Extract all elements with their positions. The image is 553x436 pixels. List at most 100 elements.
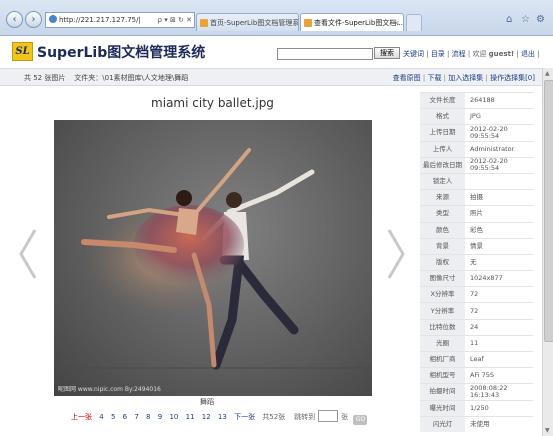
- tab-home[interactable]: 首页-SuperLib图文档管理系统: [196, 13, 299, 31]
- property-value: Leaf: [465, 350, 533, 368]
- username: guest!: [488, 50, 515, 58]
- property-row: 闪光灯 未使用: [420, 415, 533, 432]
- dance-photo[interactable]: 昵图网 www.nipic.com By:2494016: [54, 120, 372, 396]
- page-link[interactable]: 10: [169, 413, 178, 421]
- tab-label: 查看文件-SuperLib图文档...: [314, 19, 403, 27]
- page-link[interactable]: 9: [158, 413, 162, 421]
- property-key: 光圈: [420, 334, 465, 352]
- previous-image-arrow-icon[interactable]: [18, 228, 38, 280]
- property-value: JPG: [465, 108, 533, 125]
- property-value: 72: [465, 302, 533, 320]
- property-value: AFi 75S: [465, 367, 533, 384]
- add-to-selection-link[interactable]: 加入选择集: [448, 74, 483, 82]
- scroll-thumb[interactable]: [544, 80, 553, 342]
- property-key: X分辨率: [420, 286, 465, 303]
- next-page-link[interactable]: 下一张: [234, 413, 255, 421]
- property-key: 上传人: [420, 140, 465, 158]
- nav-keyword[interactable]: 关键词: [403, 50, 424, 58]
- property-row: 最后修改日期 2012-02-20 09:55:54: [420, 156, 533, 174]
- property-key: 文件长度: [420, 91, 465, 109]
- browser-chrome: ‹ › http://221.217.127.75/| ρ ▾ ⊠ ↻ ✕ 首页…: [0, 0, 553, 36]
- back-button[interactable]: ‹: [6, 11, 23, 28]
- page-link[interactable]: 7: [134, 413, 138, 421]
- property-value: 未使用: [465, 415, 533, 432]
- property-key: 版权: [420, 253, 465, 271]
- tab-view-file[interactable]: 查看文件-SuperLib图文档... ×: [300, 13, 404, 31]
- property-value: 拍摄: [465, 189, 533, 206]
- prev-page-link[interactable]: 上一张: [71, 413, 92, 421]
- property-row: 上传日期 2012-02-20 09:55:54: [420, 124, 533, 142]
- total-count: 共52张: [262, 413, 286, 421]
- page-link[interactable]: 12: [202, 413, 211, 421]
- image-title: miami city ballet.jpg: [151, 96, 274, 110]
- site-header: SL SuperLib图文档管理系统 搜索 关键词 | 目录 | 流程 | 欢迎…: [0, 36, 553, 68]
- property-row: 来源 拍摄: [420, 189, 533, 206]
- property-value: 1/250: [465, 399, 533, 417]
- close-tab-icon[interactable]: ×: [394, 14, 400, 31]
- page-link[interactable]: 11: [186, 413, 195, 421]
- property-value: Administrator: [465, 140, 533, 158]
- property-row: 光圈 11: [420, 334, 533, 352]
- property-key: 类型: [420, 205, 465, 222]
- scroll-up-icon[interactable]: ▲: [545, 70, 550, 77]
- property-row: 图像尺寸 1024x877: [420, 270, 533, 287]
- logo-icon: SL: [12, 42, 33, 61]
- address-bar[interactable]: http://221.217.127.75/| ρ ▾ ⊠ ↻ ✕: [45, 12, 195, 28]
- manage-selection-link[interactable]: 操作选择集[0]: [490, 74, 535, 82]
- page-link[interactable]: 13: [218, 413, 227, 421]
- go-button[interactable]: GO: [353, 415, 368, 425]
- property-row: 上传人 Administrator: [420, 140, 533, 158]
- property-key: 背景: [420, 237, 465, 255]
- image-count: 共 52 张图片: [24, 74, 66, 82]
- property-value: 情景: [465, 237, 533, 255]
- property-key: 比特位数: [420, 318, 465, 336]
- logout-link[interactable]: 退出: [521, 50, 535, 58]
- property-value: 1024x877: [465, 270, 533, 287]
- download-link[interactable]: 下载: [427, 74, 441, 82]
- forward-arrow-icon: ›: [31, 14, 36, 25]
- file-actions: 查看原图 | 下载 | 加入选择集 | 操作选择集[0]: [392, 74, 535, 82]
- property-row: 颜色 彩色: [420, 221, 533, 239]
- property-value: 11: [465, 334, 533, 352]
- view-original-link[interactable]: 查看原图: [393, 74, 421, 82]
- page-link[interactable]: 5: [111, 413, 115, 421]
- page-link[interactable]: 6: [123, 413, 127, 421]
- next-image-arrow-icon[interactable]: [386, 228, 406, 280]
- property-key: 来源: [420, 189, 465, 206]
- home-icon[interactable]: ⌂: [506, 14, 512, 25]
- page-icon: [200, 19, 208, 27]
- property-row: 比特位数 24: [420, 318, 533, 336]
- property-key: 相机厂商: [420, 350, 465, 368]
- search-button[interactable]: 搜索: [374, 47, 400, 59]
- address-tools[interactable]: ρ ▾ ⊠ ↻ ✕: [158, 13, 192, 27]
- folder-path: \01素材图库\人文地理\舞蹈: [102, 74, 189, 82]
- property-value: 2012-02-20 09:55:54: [465, 124, 533, 142]
- search-input[interactable]: [277, 48, 373, 60]
- property-value: 72: [465, 286, 533, 303]
- nav-directory[interactable]: 目录: [431, 50, 445, 58]
- property-row: 相机型号 AFi 75S: [420, 367, 533, 384]
- image-caption: 舞蹈: [200, 398, 214, 406]
- forward-button[interactable]: ›: [25, 11, 42, 28]
- folder-label: 文件夹：: [74, 74, 103, 82]
- nav-workflow[interactable]: 流程: [452, 50, 466, 58]
- page-scrollbar[interactable]: ▲ ▼: [542, 68, 553, 436]
- page-link[interactable]: 8: [146, 413, 150, 421]
- property-key: 格式: [420, 108, 465, 125]
- property-row: X分辨率 72: [420, 286, 533, 303]
- jump-label: 跳转到: [294, 413, 316, 421]
- file-properties-table: 文件长度 264188 格式 JPG 上传日期 2012-02-20 09:55:54 上传…: [420, 91, 533, 432]
- new-tab-button[interactable]: [406, 14, 422, 31]
- property-value: 24: [465, 318, 533, 336]
- favorites-star-icon[interactable]: ☆: [521, 14, 530, 25]
- property-value: [465, 172, 533, 190]
- page-jump-input[interactable]: [318, 410, 339, 422]
- property-row: 相机厂商 Leaf: [420, 350, 533, 368]
- page-link[interactable]: 4: [99, 413, 103, 421]
- settings-gear-icon[interactable]: ⚙: [536, 14, 545, 25]
- property-row: 文件长度 264188: [420, 91, 533, 109]
- welcome-text: 欢迎: [472, 50, 487, 58]
- photo-watermark: 昵图网 www.nipic.com By:2494016: [58, 386, 161, 393]
- scroll-down-icon[interactable]: ▼: [545, 427, 550, 434]
- pagination: 上一张 4 5 6 7 8 9 10 11 12 13 下一张 共52张 跳转到…: [71, 410, 368, 425]
